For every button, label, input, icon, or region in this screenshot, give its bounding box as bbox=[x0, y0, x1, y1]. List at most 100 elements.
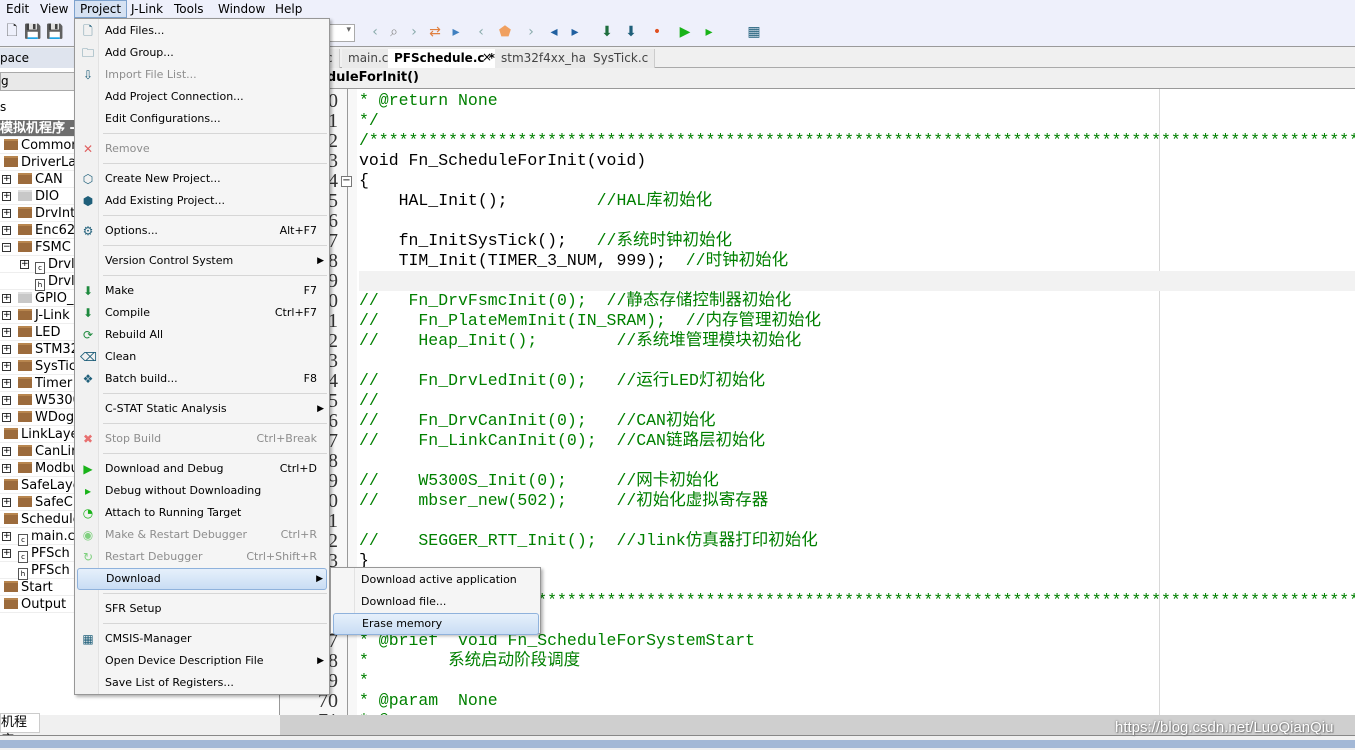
tree-item-label: SafeCl bbox=[35, 495, 77, 510]
code-line[interactable]: // Heap_Init(); //系统堆管理模块初始化 bbox=[359, 331, 801, 351]
save-all-icon[interactable]: 💾 bbox=[46, 23, 64, 41]
menu-item-batch-build[interactable]: ❖ Batch build... F8 bbox=[77, 368, 327, 390]
code-line[interactable]: */ bbox=[359, 111, 379, 131]
expand-icon[interactable]: + bbox=[2, 413, 11, 422]
code-line[interactable]: // Fn_DrvFsmcInit(0); //静态存储控制器初始化 bbox=[359, 291, 791, 311]
code-line[interactable]: // Fn_DrvLedInit(0); //运行LED灯初始化 bbox=[359, 371, 765, 391]
code-line[interactable]: * @return None bbox=[359, 91, 498, 111]
menu-item-options[interactable]: ⚙ Options... Alt+F7 bbox=[77, 220, 327, 242]
menu-item-add-group[interactable]: 🗀 Add Group... bbox=[77, 42, 327, 64]
compile-icon[interactable]: ⬇ bbox=[598, 23, 616, 41]
goto-bookmark-icon[interactable]: ▸ bbox=[447, 23, 465, 41]
menu-item-version-control-system[interactable]: Version Control System ▶ bbox=[77, 250, 327, 272]
prev-bookmark-icon[interactable]: ‹ bbox=[472, 23, 490, 41]
menu-item-make[interactable]: ⬇ Make F7 bbox=[77, 280, 327, 302]
menu-item-create-new-project[interactable]: ⬡ Create New Project... bbox=[77, 168, 327, 190]
menu-window[interactable]: Window bbox=[213, 0, 270, 18]
nav-forward-icon[interactable]: › bbox=[405, 23, 423, 41]
menu-jlink[interactable]: J-Link bbox=[126, 0, 168, 18]
expand-icon[interactable]: + bbox=[2, 226, 11, 235]
menu-item-c-stat-static-analysis[interactable]: C-STAT Static Analysis ▶ bbox=[77, 398, 327, 420]
tab-systickc[interactable]: SysTick.c bbox=[587, 49, 656, 68]
cmsis-icon[interactable]: ▦ bbox=[745, 23, 763, 41]
menu-item-cmsis-manager[interactable]: ▦ CMSIS-Manager bbox=[77, 628, 327, 650]
code-line[interactable]: * bbox=[359, 671, 369, 691]
code-line[interactable]: // Fn_PlateMemInit(IN_SRAM); //内存管理初始化 bbox=[359, 311, 821, 331]
debug-no-download-icon[interactable]: ▸ bbox=[700, 23, 718, 41]
submenu-item-download-file[interactable]: Download file... bbox=[333, 591, 539, 613]
expand-icon[interactable]: + bbox=[2, 345, 11, 354]
play-small-icon: ▸ bbox=[84, 484, 92, 498]
submenu-arrow-icon: ▶ bbox=[317, 656, 324, 666]
menu-item-download[interactable]: Download ▶ bbox=[77, 568, 327, 590]
collapse-icon[interactable]: − bbox=[2, 243, 11, 252]
menu-item-download-and-debug[interactable]: ▶ Download and Debug Ctrl+D bbox=[77, 458, 327, 480]
menu-item-open-device-description-file[interactable]: Open Device Description File ▶ bbox=[77, 650, 327, 672]
menu-item-save-list-of-registers[interactable]: Save List of Registers... bbox=[77, 672, 327, 694]
code-line[interactable]: { bbox=[359, 171, 369, 191]
tab-close-icon[interactable]: × bbox=[482, 50, 492, 64]
menu-item-edit-configurations[interactable]: Edit Configurations... bbox=[77, 108, 327, 130]
code-line[interactable]: // bbox=[359, 391, 379, 411]
code-line[interactable]: // SEGGER_RTT_Init(); //Jlink仿真器打印初始化 bbox=[359, 531, 818, 551]
code-line[interactable]: * 系统启动阶段调度 bbox=[359, 651, 580, 671]
expand-icon[interactable]: + bbox=[2, 379, 11, 388]
menu-item-clean[interactable]: ⌫ Clean bbox=[77, 346, 327, 368]
expand-icon[interactable]: + bbox=[2, 532, 11, 541]
bookmark-icon[interactable]: ⬟ bbox=[496, 23, 514, 41]
expand-icon[interactable]: + bbox=[2, 328, 11, 337]
code-line[interactable]: // mbser_new(502); //初始化虚拟寄存器 bbox=[359, 491, 768, 511]
toggle-bookmark-icon[interactable]: ⇄ bbox=[426, 23, 444, 41]
code-line[interactable] bbox=[359, 271, 1355, 291]
expand-icon[interactable]: + bbox=[2, 175, 11, 184]
fold-collapse-icon[interactable]: − bbox=[341, 176, 352, 187]
code-line[interactable]: fn_InitSysTick(); //系统时钟初始化 bbox=[359, 231, 732, 251]
code-line[interactable]: HAL_Init(); //HAL库初始化 bbox=[359, 191, 713, 211]
new-file-icon[interactable]: 🗋 bbox=[3, 23, 21, 41]
code-line[interactable]: TIM_Init(TIMER_3_NUM, 999); //时钟初始化 bbox=[359, 251, 788, 271]
menu-item-debug-without-downloading[interactable]: ▸ Debug without Downloading bbox=[77, 480, 327, 502]
expand-icon[interactable]: + bbox=[2, 498, 11, 507]
code-line[interactable]: * @param None bbox=[359, 691, 498, 711]
nav-back-icon[interactable]: ‹ bbox=[366, 23, 384, 41]
save-icon[interactable]: 💾 bbox=[24, 23, 42, 41]
workspace-tab[interactable]: 机程序 bbox=[0, 713, 40, 748]
code-line[interactable]: // W5300S_Init(0); //网卡初始化 bbox=[359, 471, 719, 491]
expand-icon[interactable]: + bbox=[2, 311, 11, 320]
expand-icon[interactable]: + bbox=[20, 260, 29, 269]
menu-item-add-project-connection[interactable]: Add Project Connection... bbox=[77, 86, 327, 108]
function-name[interactable]: eduleForInit() bbox=[318, 70, 419, 85]
expand-icon[interactable]: + bbox=[2, 464, 11, 473]
next-file-icon[interactable]: ▸ bbox=[566, 23, 584, 41]
menu-item-add-files[interactable]: 🗋 Add Files... bbox=[77, 20, 327, 42]
menu-tools[interactable]: Tools bbox=[169, 0, 209, 18]
menu-item-add-existing-project[interactable]: ⬢ Add Existing Project... bbox=[77, 190, 327, 212]
code-line[interactable]: // Fn_LinkCanInit(0); //CAN链路层初始化 bbox=[359, 431, 765, 451]
menu-item-compile[interactable]: ⬇ Compile Ctrl+F7 bbox=[77, 302, 327, 324]
submenu-item-erase-memory[interactable]: Erase memory bbox=[333, 613, 539, 635]
menu-item-rebuild-all[interactable]: ⟳ Rebuild All bbox=[77, 324, 327, 346]
expand-icon[interactable]: + bbox=[2, 362, 11, 371]
next-bookmark-icon[interactable]: › bbox=[522, 23, 540, 41]
menu-item-sfr-setup[interactable]: SFR Setup bbox=[77, 598, 327, 620]
download-debug-icon[interactable]: ▶ bbox=[676, 23, 694, 41]
expand-icon[interactable]: + bbox=[2, 396, 11, 405]
menu-help[interactable]: Help bbox=[270, 0, 307, 18]
expand-icon[interactable]: + bbox=[2, 192, 11, 201]
menu-project[interactable]: Project bbox=[74, 0, 128, 18]
code-line[interactable]: void Fn_ScheduleForInit(void) bbox=[359, 151, 646, 171]
expand-icon[interactable]: + bbox=[2, 209, 11, 218]
expand-icon[interactable]: + bbox=[2, 447, 11, 456]
submenu-item-download-active-application[interactable]: Download active application bbox=[333, 569, 539, 591]
breakpoint-icon[interactable]: • bbox=[648, 23, 666, 41]
menu-edit[interactable]: Edit bbox=[1, 0, 34, 18]
expand-icon[interactable]: + bbox=[2, 549, 11, 558]
find-icon[interactable]: ⌕ bbox=[385, 23, 403, 41]
prev-file-icon[interactable]: ◂ bbox=[545, 23, 563, 41]
menu-view[interactable]: View bbox=[35, 0, 73, 18]
code-line[interactable]: // Fn_DrvCanInit(0); //CAN初始化 bbox=[359, 411, 715, 431]
menu-item-attach-to-running-target[interactable]: ◔ Attach to Running Target bbox=[77, 502, 327, 524]
make-icon[interactable]: ⬇ bbox=[622, 23, 640, 41]
expand-icon[interactable]: + bbox=[2, 294, 11, 303]
code-line[interactable]: /***************************************… bbox=[359, 131, 1355, 151]
